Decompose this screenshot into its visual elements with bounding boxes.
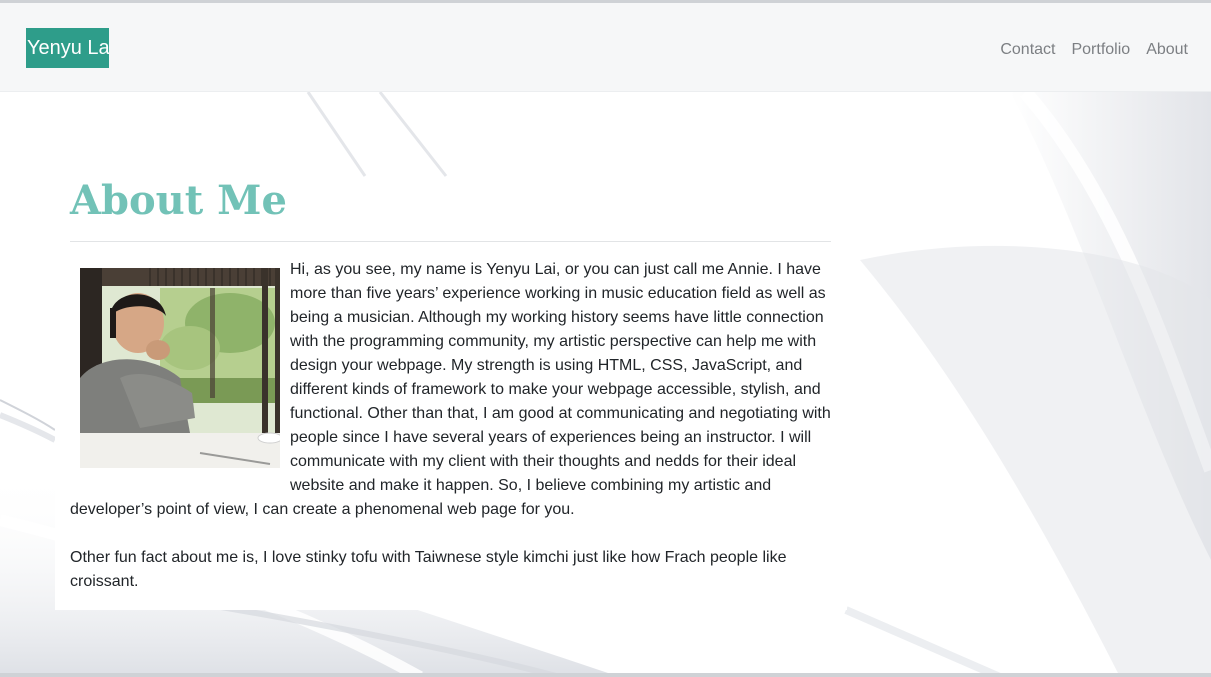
page-title: About Me <box>70 177 287 224</box>
page: Yenyu Lai Contact Portfolio About About … <box>0 0 1211 677</box>
nav-link-portfolio[interactable]: Portfolio <box>1063 38 1138 62</box>
nav-link-contact[interactable]: Contact <box>992 38 1063 62</box>
about-paragraph-2: Other fun fact about me is, I love stink… <box>70 549 787 590</box>
title-divider <box>70 241 831 242</box>
brand-logo-link[interactable]: Yenyu Lai <box>26 28 109 68</box>
nav-links: Contact Portfolio About <box>992 38 1188 62</box>
profile-photo-image <box>80 268 280 468</box>
about-content: Hi, as you see, my name is Yenyu Lai, or… <box>70 258 831 594</box>
navbar: Yenyu Lai Contact Portfolio About <box>0 3 1211 92</box>
nav-link-about[interactable]: About <box>1138 38 1188 62</box>
profile-photo <box>80 268 280 468</box>
